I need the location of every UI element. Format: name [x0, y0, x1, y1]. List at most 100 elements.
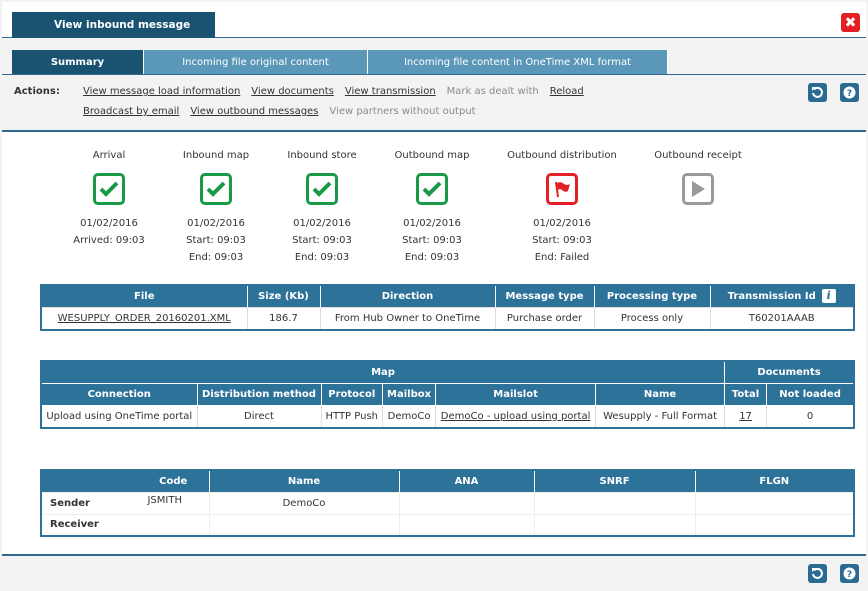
sender-label: Sender [50, 497, 90, 509]
step-outbound-distribution: Outbound distribution 01/02/2016 Start: … [507, 150, 617, 266]
message-type-cell: Purchase order [494, 306, 595, 331]
step-arrival: Arrival 01/02/2016 Arrived: 09:03 [54, 150, 164, 249]
transmission-id-cell: T60201AAAB [709, 306, 855, 331]
col-distribution-method: Distribution method [196, 383, 322, 406]
sender-ana-cell [398, 491, 535, 515]
sender-row-header: Sender JSMITH [40, 491, 210, 515]
file-link[interactable]: WESUPPLY_ORDER_20160201.XML [58, 313, 231, 324]
table-row: Sender JSMITH DemoCo [40, 491, 855, 515]
step-date: 01/02/2016 [533, 218, 591, 229]
total-cell: 17 [724, 404, 768, 429]
broadcast-by-email-link[interactable]: Broadcast by email [83, 106, 179, 117]
step-date: 01/02/2016 [293, 218, 351, 229]
step-date: 01/02/2016 [403, 218, 461, 229]
help-button[interactable]: ? [840, 83, 859, 102]
step-end: End: 09:03 [294, 252, 350, 263]
col-mailbox: Mailbox [382, 383, 437, 406]
connection-cell: Upload using OneTime portal [40, 404, 198, 429]
receiver-ana-cell [398, 513, 535, 537]
svg-text:?: ? [847, 89, 852, 99]
step-name: Outbound receipt [654, 150, 742, 161]
receiver-row-header: Receiver [40, 513, 210, 537]
tab-summary[interactable]: Summary [12, 50, 144, 74]
step-end: End: 09:03 [188, 252, 244, 263]
view-message-load-information-link[interactable]: View message load information [83, 86, 240, 97]
col-processing-type: Processing type [593, 285, 711, 307]
map-table: Map Documents Connection Distribution me… [40, 360, 855, 429]
refresh-button-bottom[interactable] [808, 564, 827, 583]
table-header-row: Connection Distribution method Protocol … [40, 383, 855, 406]
group-map: Map [40, 361, 726, 384]
reload-link[interactable]: Reload [550, 86, 584, 97]
total-documents-link[interactable]: 17 [739, 411, 752, 422]
view-transmission-link[interactable]: View transmission [345, 86, 436, 97]
table-header-row: File Size (Kb) Direction Message type Pr… [40, 285, 855, 307]
tab-bar: Summary Incoming file original content I… [12, 50, 668, 74]
view-outbound-messages-link[interactable]: View outbound messages [190, 106, 318, 117]
col-code: Code [41, 470, 210, 492]
step-name: Inbound store [287, 150, 357, 161]
table-header-row: Code Name ANA SNRF FLGN [41, 470, 855, 492]
file-cell: WESUPPLY_ORDER_20160201.XML [40, 306, 248, 331]
view-partners-without-output-action: View partners without output [329, 106, 476, 117]
help-button-bottom[interactable]: ? [840, 564, 859, 583]
view-documents-link[interactable]: View documents [251, 86, 334, 97]
info-icon[interactable]: i [821, 289, 836, 304]
direction-cell: From Hub Owner to OneTime [319, 306, 496, 331]
col-connection: Connection [40, 383, 198, 406]
partner-table: Code Name ANA SNRF FLGN Sender JSMITH De… [40, 469, 855, 537]
step-name: Outbound distribution [507, 150, 617, 161]
step-end: End: 09:03 [404, 252, 460, 263]
close-button[interactable]: ✖ [841, 13, 860, 32]
step-start: Start: 09:03 [402, 235, 462, 246]
step-start: Start: 09:03 [292, 235, 352, 246]
dialog: View inbound message ✖ Summary Incoming … [2, 2, 866, 589]
step-inbound-store: Inbound store 01/02/2016 Start: 09:03 En… [267, 150, 377, 266]
refresh-icon [812, 567, 823, 579]
col-size: Size (Kb) [246, 285, 321, 307]
step-start: Start: 09:03 [186, 235, 246, 246]
success-check-icon [200, 173, 232, 205]
summary-panel: Arrival 01/02/2016 Arrived: 09:03 Inboun… [2, 130, 866, 556]
dialog-title: View inbound message [12, 12, 215, 38]
col-direction: Direction [319, 285, 496, 307]
col-message-type: Message type [494, 285, 595, 307]
title-bar: View inbound message ✖ [2, 2, 866, 38]
tab-original-content[interactable]: Incoming file original content [144, 50, 368, 74]
svg-text:?: ? [847, 570, 852, 580]
mailbox-cell: DemoCo [382, 404, 437, 429]
failure-flag-icon [546, 173, 578, 205]
distribution-method-cell: Direct [196, 404, 322, 429]
step-name: Inbound map [182, 150, 250, 161]
step-outbound-map: Outbound map 01/02/2016 Start: 09:03 End… [377, 150, 487, 266]
step-date: 01/02/2016 [187, 218, 245, 229]
step-end: End: Failed [534, 252, 590, 263]
col-name: Name [208, 470, 400, 492]
help-icon: ? [843, 86, 856, 99]
step-outbound-receipt: Outbound receipt [643, 150, 753, 215]
success-check-icon [416, 173, 448, 205]
table-row: Receiver [40, 513, 855, 537]
receiver-flgn-cell [694, 513, 855, 537]
col-protocol: Protocol [320, 383, 384, 406]
receiver-label: Receiver [50, 519, 99, 531]
step-arrived: Arrived: 09:03 [73, 235, 145, 246]
refresh-button[interactable] [808, 83, 827, 102]
mailslot-link[interactable]: DemoCo - upload using portal [441, 411, 591, 422]
col-name: Name [595, 383, 726, 406]
pending-play-icon [682, 173, 714, 205]
refresh-icon [812, 86, 823, 98]
step-start: Start: 09:03 [532, 235, 592, 246]
col-transmission-id: Transmission Id i [709, 285, 855, 307]
processing-type-cell: Process only [593, 306, 711, 331]
sender-snrf-cell [533, 491, 696, 515]
close-icon: ✖ [844, 14, 857, 31]
col-snrf: SNRF [533, 470, 696, 492]
tab-xml-content[interactable]: Incoming file content in OneTime XML for… [368, 50, 668, 74]
protocol-cell: HTTP Push [320, 404, 384, 429]
sender-flgn-cell [694, 491, 855, 515]
table-group-header-row: Map Documents [40, 361, 855, 384]
step-name: Outbound map [394, 150, 470, 161]
tabs-divider [2, 74, 866, 75]
success-check-icon [306, 173, 338, 205]
